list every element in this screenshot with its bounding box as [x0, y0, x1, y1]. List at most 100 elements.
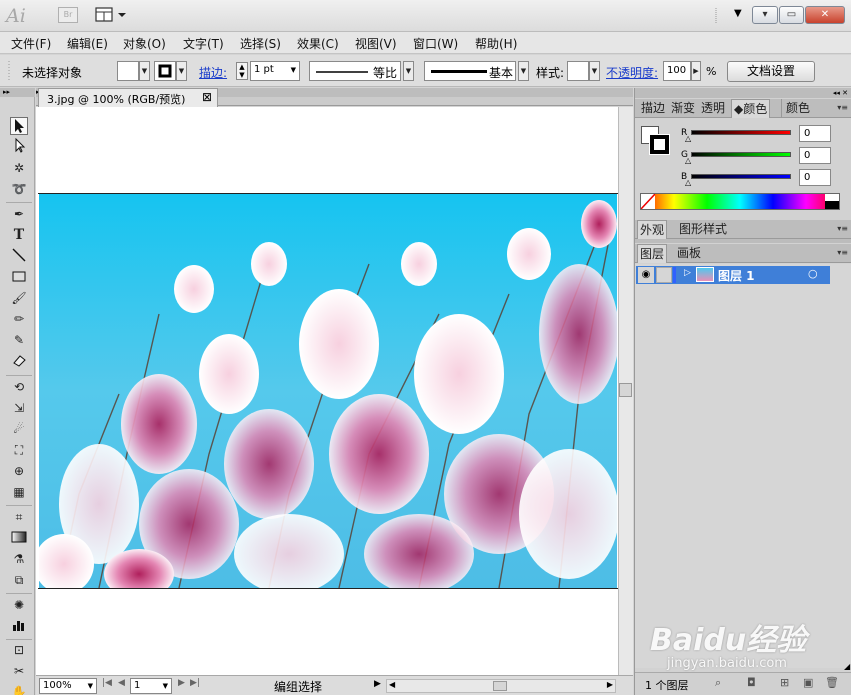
menu-view[interactable]: 视图(V): [355, 35, 397, 52]
artboard-tool-icon[interactable]: ⊡: [10, 641, 28, 659]
blob-brush-tool-icon[interactable]: ✎: [10, 331, 28, 349]
tab-stroke[interactable]: 描边: [639, 99, 667, 118]
perspective-grid-tool-icon[interactable]: ▦: [10, 483, 28, 501]
blue-slider[interactable]: [691, 174, 791, 179]
tab-artboards[interactable]: 画板: [675, 244, 703, 263]
line-segment-tool-icon[interactable]: [10, 247, 28, 265]
graphic-style-swatch[interactable]: [567, 61, 589, 81]
maximize-button[interactable]: ▭: [779, 6, 804, 24]
slice-tool-icon[interactable]: ✂: [10, 662, 28, 680]
eraser-tool-icon[interactable]: [10, 352, 28, 370]
bridge-button[interactable]: Br: [58, 7, 78, 23]
menu-type[interactable]: 文字(T): [183, 35, 224, 52]
opacity-dropdown[interactable]: ▶: [691, 61, 701, 81]
tab-color-guide[interactable]: 颜色: [781, 99, 812, 118]
close-document-icon[interactable]: ⊠: [202, 90, 212, 104]
arrange-documents-button[interactable]: [94, 6, 128, 24]
none-color-swatch[interactable]: [640, 193, 656, 210]
column-graph-tool-icon[interactable]: [10, 617, 28, 635]
previous-artboard-icon[interactable]: ◀: [118, 678, 125, 688]
stroke-link[interactable]: 描边:: [199, 64, 227, 81]
panel-dock-collapse-icon[interactable]: ◂◂ ✕: [635, 88, 851, 98]
workspace-menu-button[interactable]: ▼: [734, 8, 742, 19]
eye-icon[interactable]: ◉: [638, 267, 654, 283]
red-slider-thumb-icon[interactable]: △: [685, 134, 691, 143]
zoom-select[interactable]: 100% ▼: [39, 678, 97, 694]
vertical-scrollbar-thumb[interactable]: [619, 383, 632, 397]
menu-edit[interactable]: 编辑(E): [67, 35, 108, 52]
document-setup-button[interactable]: 文档设置: [727, 61, 815, 82]
stroke-weight-select[interactable]: 1 pt ▼: [250, 61, 300, 81]
blue-slider-thumb-icon[interactable]: △: [685, 178, 691, 187]
symbol-sprayer-tool-icon[interactable]: ✺: [10, 596, 28, 614]
direct-selection-tool-icon[interactable]: [10, 137, 28, 156]
lock-toggle[interactable]: [656, 267, 672, 283]
tab-layers[interactable]: 图层: [637, 244, 668, 263]
selection-tool-icon[interactable]: [10, 117, 28, 135]
next-artboard-icon[interactable]: ▶: [178, 678, 185, 688]
stroke-dropdown[interactable]: ▼: [176, 61, 187, 81]
green-slider-thumb-icon[interactable]: △: [685, 156, 691, 165]
menu-window[interactable]: 窗口(W): [413, 35, 458, 52]
scale-tool-icon[interactable]: ⇲: [10, 399, 28, 417]
panel-menu-icon[interactable]: ▾≡: [837, 224, 848, 233]
horizontal-scrollbar[interactable]: ◀ ▶: [386, 679, 616, 693]
pencil-tool-icon[interactable]: ✏: [10, 310, 28, 328]
panel-menu-icon[interactable]: ▾≡: [837, 248, 848, 257]
tab-color[interactable]: ◆颜色: [731, 99, 771, 118]
locate-object-icon[interactable]: ⌕: [715, 676, 721, 690]
brush-definition-select[interactable]: 基本: [424, 61, 516, 81]
white-swatch[interactable]: [825, 194, 839, 201]
mesh-tool-icon[interactable]: ⌗: [10, 508, 28, 526]
pen-tool-icon[interactable]: ✒: [10, 205, 28, 223]
tab-appearance[interactable]: 外观: [637, 220, 668, 239]
menu-select[interactable]: 选择(S): [240, 35, 281, 52]
panel-menu-icon[interactable]: ▾≡: [837, 103, 848, 112]
new-layer-icon[interactable]: ▣: [803, 676, 813, 689]
target-icon[interactable]: ○: [808, 267, 818, 280]
delete-layer-icon[interactable]: 🗑: [825, 676, 839, 689]
graphic-style-dropdown[interactable]: ▼: [589, 61, 600, 81]
eyedropper-tool-icon[interactable]: ⚗: [10, 550, 28, 568]
make-clipping-mask-icon[interactable]: ◘: [747, 676, 756, 689]
scroll-right-icon[interactable]: ▶: [607, 680, 613, 689]
fill-dropdown[interactable]: ▼: [139, 61, 150, 81]
horizontal-scrollbar-thumb[interactable]: [493, 681, 507, 691]
stroke-indicator[interactable]: [649, 134, 670, 155]
black-swatch[interactable]: [825, 201, 839, 209]
warp-tool-icon[interactable]: ☄: [10, 420, 28, 438]
opacity-input[interactable]: 100: [663, 61, 691, 81]
rectangle-tool-icon[interactable]: [10, 268, 28, 286]
tab-transparency[interactable]: 透明: [699, 99, 727, 118]
fill-swatch[interactable]: [117, 61, 139, 81]
paintbrush-tool-icon[interactable]: 🖌: [10, 289, 28, 307]
variable-width-profile-select[interactable]: 等比: [309, 61, 401, 81]
menu-object[interactable]: 对象(O): [123, 35, 166, 52]
last-artboard-icon[interactable]: ▶|: [190, 678, 200, 688]
brush-dropdown[interactable]: ▼: [518, 61, 529, 81]
document-tab[interactable]: 3.jpg @ 100% (RGB/预览) ⊠: [38, 88, 218, 107]
expand-triangle-icon[interactable]: ▷: [684, 268, 691, 278]
layer-row[interactable]: ◉ ▷ 图层 1 ○: [636, 266, 830, 284]
hand-tool-icon[interactable]: ✋: [10, 683, 28, 695]
red-value-input[interactable]: 0: [799, 125, 831, 142]
magic-wand-tool-icon[interactable]: ✲: [10, 159, 28, 177]
lasso-tool-icon[interactable]: ➰: [10, 180, 28, 198]
artboard-number-select[interactable]: 1 ▼: [130, 678, 172, 694]
stroke-swatch[interactable]: [154, 61, 176, 81]
type-tool-icon[interactable]: T: [10, 226, 28, 244]
menu-effect[interactable]: 效果(C): [297, 35, 339, 52]
free-transform-tool-icon[interactable]: ⛶: [10, 441, 28, 459]
color-spectrum-bar[interactable]: [640, 193, 840, 210]
opacity-link[interactable]: 不透明度:: [606, 64, 658, 81]
first-artboard-icon[interactable]: |◀: [102, 678, 112, 688]
tab-gradient[interactable]: 渐变: [669, 99, 697, 118]
status-menu-icon[interactable]: ▶: [374, 679, 381, 689]
green-value-input[interactable]: 0: [799, 147, 831, 164]
blue-value-input[interactable]: 0: [799, 169, 831, 186]
profile-dropdown[interactable]: ▼: [403, 61, 414, 81]
minimize-button[interactable]: ▾: [752, 6, 778, 24]
tools-panel-collapse-icon[interactable]: ▸▸: [0, 88, 35, 97]
menu-file[interactable]: 文件(F): [11, 35, 51, 52]
menu-help[interactable]: 帮助(H): [475, 35, 517, 52]
